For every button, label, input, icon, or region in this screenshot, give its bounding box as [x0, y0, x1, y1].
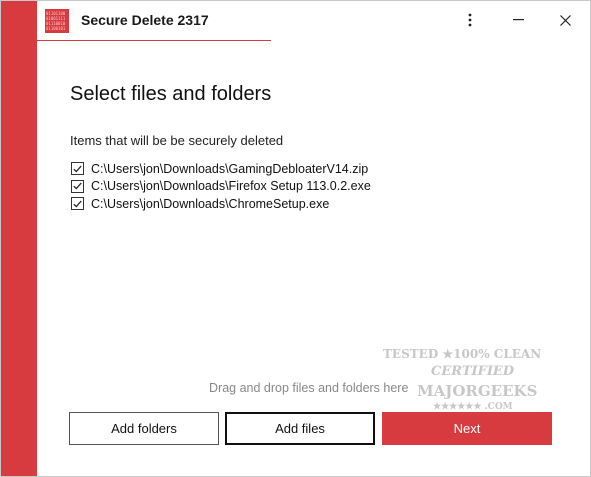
drop-zone-hint[interactable]: Drag and drop files and folders here: [209, 381, 408, 395]
watermark-text: MAJORGEEKS: [417, 382, 538, 400]
file-checkbox[interactable]: [71, 197, 84, 211]
watermark-text: CERTIFIED: [431, 364, 515, 379]
checkmark-icon: [73, 182, 82, 190]
title-underline: [37, 40, 271, 41]
window-title: Secure Delete 2317: [81, 12, 209, 28]
checkmark-icon: [73, 165, 82, 173]
add-folders-button[interactable]: Add folders: [69, 412, 219, 445]
majorgeeks-watermark-logo: TESTED ★100% CLEAN CERTIFIED MAJORGEEKS …: [383, 347, 541, 419]
checkmark-icon: [73, 200, 82, 208]
list-caption: Items that will be be securely deleted: [70, 133, 284, 148]
watermark-text: ★★★★★★ .COM: [433, 402, 513, 412]
more-vertical-icon: [468, 13, 472, 27]
page-title: Select files and folders: [70, 83, 272, 105]
close-button[interactable]: [542, 1, 588, 39]
minimize-button[interactable]: [495, 1, 541, 39]
file-checkbox[interactable]: [71, 179, 84, 193]
list-item: C:\Users\jon\Downloads\GamingDebloaterV1…: [71, 160, 371, 178]
app-window: 01101100 01001111 01110010 01100101 Secu…: [0, 0, 591, 477]
list-item: C:\Users\jon\Downloads\ChromeSetup.exe: [71, 195, 371, 213]
accent-sidebar: [1, 1, 37, 476]
watermark-text: TESTED ★100% CLEAN: [383, 347, 542, 361]
file-path: C:\Users\jon\Downloads\Firefox Setup 113…: [91, 179, 371, 194]
close-icon: [559, 14, 571, 26]
file-list: C:\Users\jon\Downloads\GamingDebloaterV1…: [71, 160, 371, 213]
minimize-icon: [512, 19, 524, 21]
list-item: C:\Users\jon\Downloads\Firefox Setup 113…: [71, 178, 371, 196]
next-button[interactable]: Next: [382, 412, 552, 445]
add-files-button[interactable]: Add files: [225, 412, 375, 445]
file-checkbox[interactable]: [71, 162, 84, 176]
file-path: C:\Users\jon\Downloads\GamingDebloaterV1…: [91, 161, 369, 176]
app-logo-icon: 01101100 01001111 01110010 01100101: [45, 9, 69, 33]
more-options-button[interactable]: [447, 1, 493, 39]
file-path: C:\Users\jon\Downloads\ChromeSetup.exe: [91, 196, 330, 211]
